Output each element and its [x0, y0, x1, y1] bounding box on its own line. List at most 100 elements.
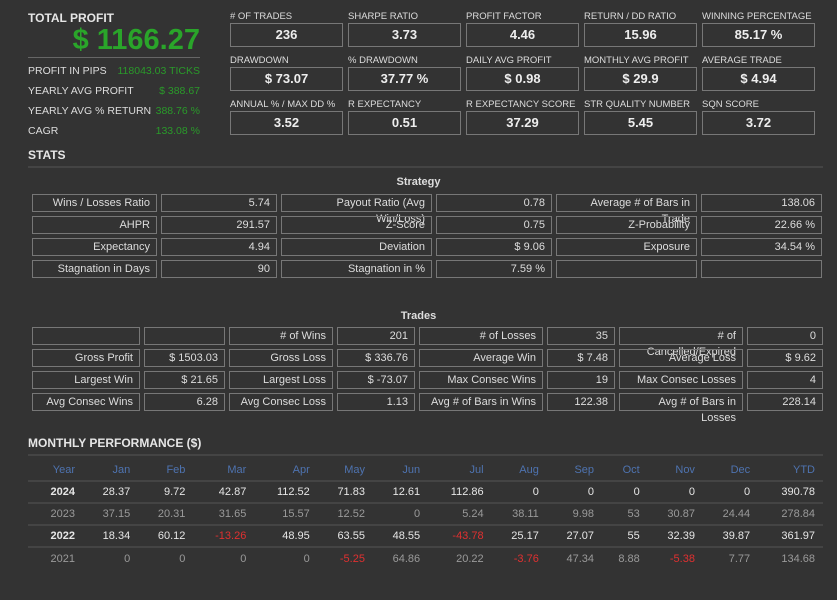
monthly-row: 2023 37.15 20.31 31.65 15.57 12.52 0 5.24 38.11 9…: [28, 503, 823, 526]
divider: [28, 57, 200, 58]
monthly-cell: 112.52: [254, 481, 318, 504]
monthly-cell: 31.65: [193, 503, 255, 526]
trades-cell: 4: [747, 371, 823, 389]
monthly-cell: 48.95: [254, 525, 318, 548]
metric-value: 15.96: [584, 23, 697, 47]
trades-cell: # of Losses: [419, 327, 543, 345]
metric-value: 4.46: [466, 23, 579, 47]
monthly-cell: 55: [602, 525, 648, 548]
monthly-cell: 0: [647, 481, 703, 504]
total-profit-value: $ 1166.27: [72, 24, 200, 56]
monthly-cell: 361.97: [758, 525, 823, 548]
metric-label: AVERAGE TRADE: [702, 55, 782, 66]
monthly-cell: 15.57: [254, 503, 318, 526]
trades-title: Trades: [400, 310, 437, 322]
left-stat-label: YEARLY AVG PROFIT: [28, 85, 134, 97]
trades-cell: [144, 327, 225, 345]
trades-cell: # of Cancelled/Expired: [619, 327, 743, 358]
monthly-heading: MONTHLY PERFORMANCE ($): [28, 436, 202, 450]
metric-label: R EXPECTANCY: [348, 99, 422, 110]
metric-value: 3.72: [702, 111, 815, 135]
metric-value: 5.45: [584, 111, 697, 135]
trades-cell: 0: [747, 327, 823, 345]
trades-cell: 201: [337, 327, 415, 345]
trades-cell: $ 21.65: [144, 371, 225, 389]
strategy-cell: 0.78: [436, 194, 552, 212]
strategy-cell: 138.06: [701, 194, 822, 212]
monthly-cell: 9.98: [546, 503, 603, 526]
monthly-row: 2022 18.34 60.12 -13.26 48.95 63.55 48.55 -43.7…: [28, 525, 823, 548]
strategy-cell: Expectancy: [32, 238, 157, 256]
metric-label: DAILY AVG PROFIT: [466, 55, 552, 66]
monthly-cell: -43.78: [428, 525, 492, 548]
monthly-cell: 42.87: [193, 481, 255, 504]
trades-cell: Avg # of Bars in Wins: [419, 393, 543, 411]
metric-label: RETURN / DD RATIO: [584, 11, 677, 22]
monthly-cell: 0: [179, 552, 186, 565]
left-stat-label: CAGR: [28, 125, 59, 137]
trades-cell: 35: [547, 327, 615, 345]
strategy-cell: 4.94: [161, 238, 277, 256]
total-profit-label: TOTAL PROFIT: [28, 11, 114, 25]
left-stat-row: YEARLY AVG PROFIT $ 388.67: [28, 85, 200, 97]
column-header: May: [317, 459, 373, 482]
monthly-cell: 0: [702, 481, 759, 504]
trades-cell: [32, 327, 140, 345]
strategy-title: Strategy: [396, 176, 441, 188]
metric-label: # OF TRADES: [230, 11, 293, 22]
divider: [28, 454, 823, 456]
metric-label: SHARPE RATIO: [348, 11, 419, 22]
left-stat-row: CAGR 133.08 %: [28, 125, 200, 137]
strategy-cell: Stagnation in Days: [32, 260, 157, 278]
monthly-cell: 0: [303, 552, 310, 565]
trades-cell: Max Consec Losses: [619, 371, 743, 389]
strategy-cell: 0.75: [436, 216, 552, 234]
column-header: Apr: [254, 459, 318, 482]
metric-value: $ 73.07: [230, 67, 343, 91]
metric-value: 85.17 %: [702, 23, 815, 47]
monthly-cell: 27.07: [546, 525, 603, 548]
monthly-cell: 0: [491, 481, 547, 504]
metric-label: MONTHLY AVG PROFIT: [584, 55, 689, 66]
strategy-cell: Exposure: [556, 238, 697, 256]
metric-label: DRAWDOWN: [230, 55, 289, 66]
trades-cell: $ 9.62: [747, 349, 823, 367]
left-stat-row: PROFIT IN PIPS 118043.03 TICKS: [28, 65, 200, 77]
trades-cell: 1.13: [337, 393, 415, 411]
left-stat-value: $ 388.67: [159, 85, 200, 97]
metric-value: 3.73: [348, 23, 461, 47]
monthly-cell: 2022: [28, 525, 83, 548]
monthly-cell: 390.78: [758, 481, 823, 504]
monthly-cell: 53: [602, 503, 648, 526]
monthly-cell: 0: [546, 481, 603, 504]
monthly-cell: 24.44: [702, 503, 759, 526]
monthly-cell: 0: [240, 552, 247, 565]
strategy-cell: [701, 260, 822, 278]
strategy-cell: [556, 260, 697, 278]
strategy-cell: Deviation: [281, 238, 432, 256]
column-header: Year: [28, 459, 83, 482]
monthly-cell: 64.86: [392, 552, 421, 565]
metric-value: $ 0.98: [466, 67, 579, 91]
trades-cell: 228.14: [747, 393, 823, 411]
monthly-cell: 112.86: [428, 481, 492, 504]
strategy-cell: 22.66 %: [701, 216, 822, 234]
monthly-cell: -3.76: [513, 552, 539, 565]
metric-value: 236: [230, 23, 343, 47]
monthly-cell: 12.52: [317, 503, 373, 526]
metric-value: $ 29.9: [584, 67, 697, 91]
strategy-cell: Payout Ratio (Avg Win/Loss): [281, 194, 432, 225]
monthly-cell: 2024: [28, 481, 83, 504]
metric-value: 0.51: [348, 111, 461, 135]
monthly-cell: 25.17: [491, 525, 547, 548]
monthly-cell: 7.77: [728, 552, 751, 565]
trades-cell: $ 336.76: [337, 349, 415, 367]
left-stat-value: 388.76 %: [155, 105, 200, 117]
left-stat-label: YEARLY AVG % RETURN: [28, 105, 152, 117]
trades-cell: Largest Win: [32, 371, 140, 389]
column-header: Oct: [602, 459, 648, 482]
column-header: Jul: [428, 459, 492, 482]
monthly-cell: 12.61: [372, 481, 429, 504]
monthly-cell: 37.15: [83, 503, 139, 526]
column-header: YTD: [758, 459, 823, 482]
